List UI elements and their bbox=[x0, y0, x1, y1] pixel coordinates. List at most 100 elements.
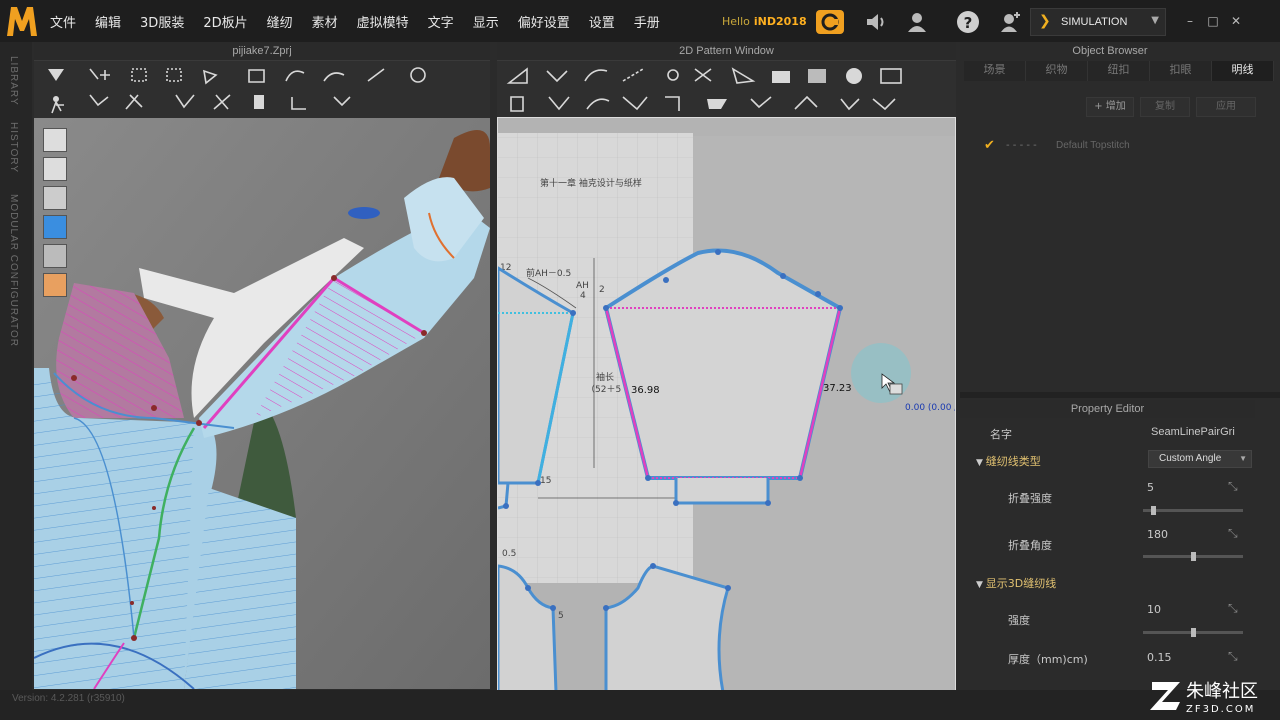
3d-tool-icons[interactable] bbox=[34, 61, 490, 119]
checkmark-icon: ✔ bbox=[984, 138, 995, 153]
menu-bar: 文件 编辑 3D服装 2D板片 缝纫 素材 虚拟模特 文字 显示 偏好设置 设置… bbox=[0, 0, 1280, 42]
avatar-display-icon[interactable] bbox=[43, 186, 67, 210]
fold-strength-label: 折叠强度 bbox=[1008, 492, 1052, 505]
fold-angle-slider[interactable] bbox=[1143, 552, 1243, 561]
2d-pattern-viewport[interactable]: 第十一章 袖克设计与纸样 前AH－0.5 AH 4 2 12 袖长 （52＋5 … bbox=[497, 117, 956, 691]
tab-scene[interactable]: 场景 bbox=[964, 61, 1026, 81]
topstitch-preview: - - - - - bbox=[1006, 140, 1037, 151]
pin-icon[interactable]: ⤡ bbox=[1228, 526, 1238, 541]
fold-strength-value[interactable]: 5 bbox=[1147, 481, 1154, 494]
maximize-icon[interactable]: □ bbox=[1206, 14, 1220, 28]
add-user-icon[interactable] bbox=[998, 9, 1024, 35]
seam-type-section[interactable]: ▼ 缝纫线类型 bbox=[976, 453, 1041, 469]
menu-materials[interactable]: 素材 bbox=[312, 12, 338, 31]
copy-button[interactable]: 复制 bbox=[1140, 97, 1190, 117]
seam-type-value: Custom Angle bbox=[1159, 453, 1222, 464]
fold-angle-thumb[interactable] bbox=[1191, 552, 1196, 561]
minimize-icon[interactable]: – bbox=[1183, 14, 1197, 28]
cursor-coordinate: 0.00 (0.00 / bbox=[905, 403, 956, 413]
pin-icon[interactable]: ⤡ bbox=[1228, 649, 1238, 664]
3d-garment-viewport[interactable] bbox=[34, 118, 490, 689]
name-value[interactable]: SeamLinePairGri bbox=[1151, 426, 1235, 438]
2d-toolbar bbox=[497, 60, 956, 117]
menu-sewing[interactable]: 缝纫 bbox=[267, 12, 293, 31]
panel-divider[interactable] bbox=[960, 392, 1280, 398]
tab-buttonhole[interactable]: 扣眼 bbox=[1150, 61, 1212, 81]
display-3d-seam-section[interactable]: ▼ 显示3D缝纫线 bbox=[976, 575, 1056, 591]
add-button[interactable]: + 增加 bbox=[1086, 97, 1134, 117]
hello-label: Hello bbox=[722, 15, 750, 28]
chevron-down-icon: ▼ bbox=[1239, 454, 1247, 463]
simulation-mode-select[interactable]: ❯ SIMULATION ▼ bbox=[1030, 8, 1166, 36]
avatar-skin-icon[interactable] bbox=[43, 273, 67, 297]
ref-ah-label: 前AH－0.5 bbox=[526, 267, 571, 279]
2d-window-title: 2D Pattern Window bbox=[497, 42, 956, 60]
seam-length-right: 37.23 bbox=[823, 383, 852, 394]
menu-edit[interactable]: 编辑 bbox=[95, 12, 121, 31]
apply-button[interactable]: 应用 bbox=[1196, 97, 1256, 117]
cloud-sync-icon[interactable] bbox=[816, 10, 844, 34]
strength-thumb[interactable] bbox=[1191, 628, 1196, 637]
pin-icon[interactable]: ⤡ bbox=[1228, 479, 1238, 494]
sound-icon[interactable] bbox=[862, 9, 888, 35]
menu-settings[interactable]: 设置 bbox=[589, 12, 615, 31]
main-menu: 文件 编辑 3D服装 2D板片 缝纫 素材 虚拟模特 文字 显示 偏好设置 设置… bbox=[50, 0, 679, 42]
strength-label: 强度 bbox=[1008, 614, 1030, 627]
menu-display[interactable]: 显示 bbox=[473, 12, 499, 31]
modular-configurator-tab[interactable]: MODULAR CONFIGURATOR bbox=[8, 194, 19, 347]
2d-tool-icons[interactable] bbox=[497, 61, 956, 118]
help-icon[interactable]: ? bbox=[957, 11, 979, 33]
viewport-display-icons bbox=[43, 128, 69, 298]
fold-angle-value[interactable]: 180 bbox=[1147, 528, 1168, 541]
library-tab[interactable]: LIBRARY bbox=[8, 56, 19, 106]
tab-topstitch[interactable]: 明线 bbox=[1212, 61, 1274, 81]
menu-text[interactable]: 文字 bbox=[428, 12, 454, 31]
history-tab[interactable]: HISTORY bbox=[8, 122, 19, 173]
property-editor-title: Property Editor bbox=[960, 400, 1255, 418]
pin-icon[interactable]: ⤡ bbox=[1228, 601, 1238, 616]
3d-toolbar bbox=[34, 60, 490, 118]
garment-display-alt-icon[interactable] bbox=[43, 157, 67, 181]
fold-strength-slider[interactable] bbox=[1143, 506, 1243, 515]
strength-value[interactable]: 10 bbox=[1147, 603, 1161, 616]
ref-05-label: 0.5 bbox=[502, 549, 516, 559]
strength-slider[interactable] bbox=[1143, 628, 1243, 637]
watermark-url: ZF3D.COM bbox=[1186, 704, 1255, 715]
chevron-down-icon: ▼ bbox=[1151, 15, 1159, 26]
tab-button[interactable]: 纽扣 bbox=[1088, 61, 1150, 81]
app-logo[interactable] bbox=[4, 3, 40, 39]
ref-sleeve-label: 袖长 bbox=[596, 371, 614, 383]
ref-15-label: 15 bbox=[540, 476, 551, 486]
ref-ah3-label: 4 bbox=[580, 291, 586, 301]
ref-5-label: 5 bbox=[558, 611, 564, 621]
mesh-display-icon[interactable] bbox=[43, 244, 67, 268]
menu-avatar[interactable]: 虚拟模特 bbox=[357, 12, 409, 31]
left-side-tabs: LIBRARY HISTORY MODULAR CONFIGURATOR bbox=[0, 42, 32, 690]
menu-file[interactable]: 文件 bbox=[50, 12, 76, 31]
menu-2d-pattern[interactable]: 2D板片 bbox=[203, 12, 247, 31]
seam-type-select[interactable]: Custom Angle ▼ bbox=[1148, 450, 1252, 468]
user-name: iND2018 bbox=[753, 15, 807, 28]
fold-strength-thumb[interactable] bbox=[1151, 506, 1156, 515]
menu-3d-garment[interactable]: 3D服装 bbox=[140, 12, 184, 31]
watermark-text: 朱峰社区 bbox=[1186, 681, 1258, 702]
name-label: 名字 bbox=[990, 428, 1012, 441]
menu-manual[interactable]: 手册 bbox=[634, 12, 660, 31]
menu-preferences[interactable]: 偏好设置 bbox=[518, 12, 570, 31]
garment-display-icon[interactable] bbox=[43, 128, 67, 152]
texture-display-icon[interactable] bbox=[43, 215, 67, 239]
tab-fabric[interactable]: 织物 bbox=[1026, 61, 1088, 81]
thickness-value[interactable]: 0.15 bbox=[1147, 651, 1172, 664]
close-icon[interactable]: ✕ bbox=[1229, 14, 1243, 28]
fold-angle-label: 折叠角度 bbox=[1008, 539, 1052, 552]
topstitch-list-item[interactable]: ✔ - - - - - Default Topstitch bbox=[984, 138, 1254, 156]
object-browser-tabs: 场景 织物 纽扣 扣眼 明线 bbox=[964, 61, 1274, 81]
object-browser-title: Object Browser bbox=[960, 42, 1260, 60]
svg-text:?: ? bbox=[964, 14, 973, 32]
topstitch-name: Default Topstitch bbox=[1056, 140, 1130, 151]
ref-ah2-label: AH bbox=[576, 281, 589, 291]
status-bar: Version: 4.2.281 (r35910) bbox=[0, 690, 1280, 720]
ref-formula-label: （52＋5 bbox=[586, 384, 621, 395]
version-text: Version: 4.2.281 (r35910) bbox=[12, 693, 125, 704]
user-icon[interactable] bbox=[904, 9, 930, 35]
